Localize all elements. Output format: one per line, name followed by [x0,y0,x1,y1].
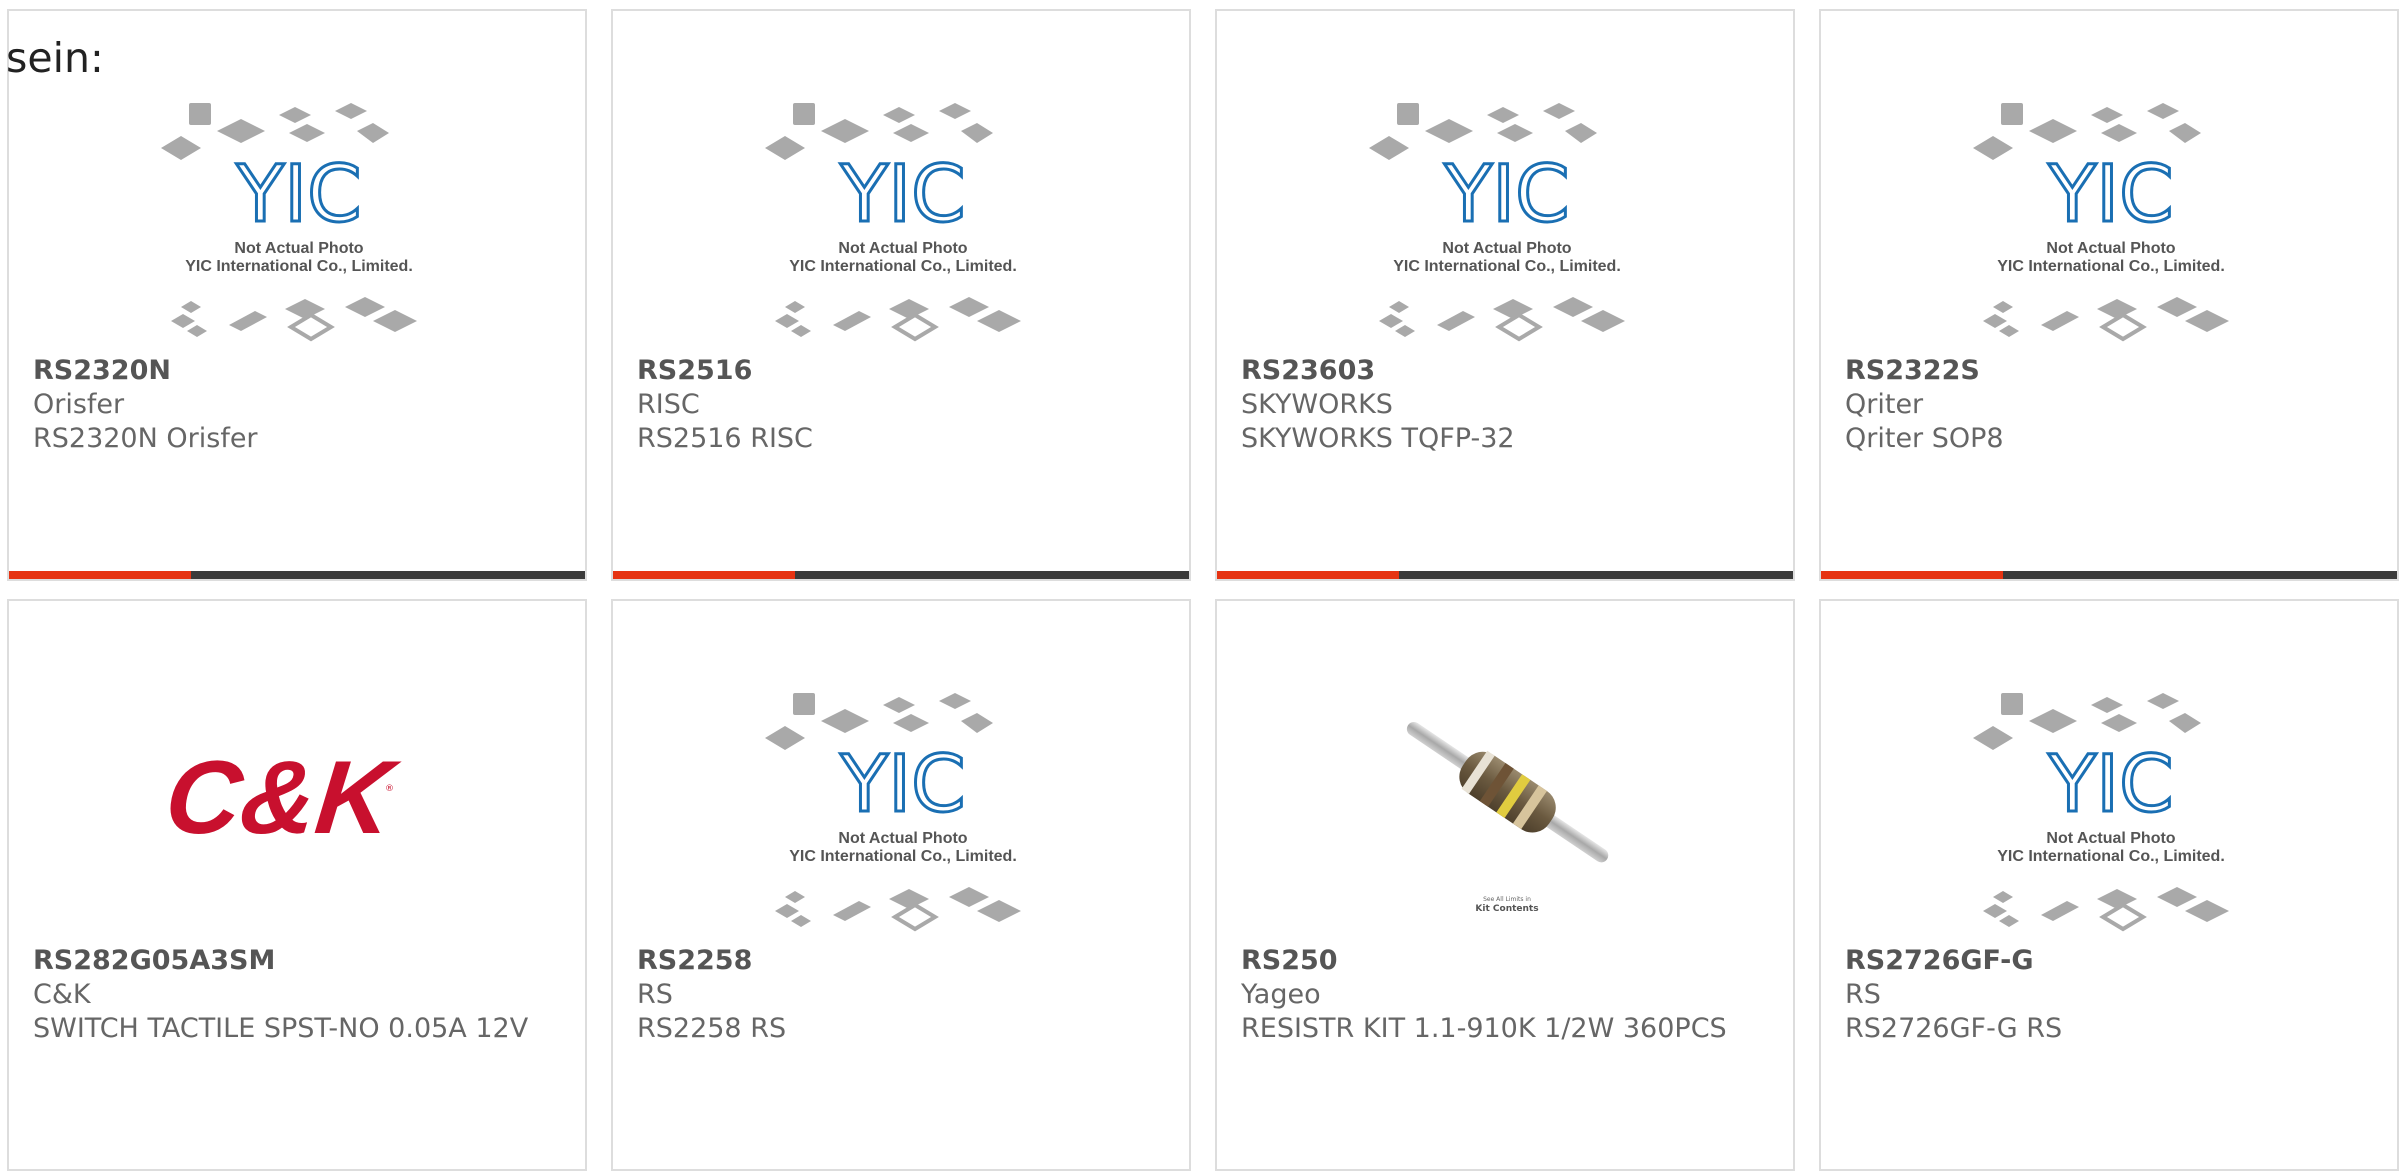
card-accent-bar [1821,571,2003,579]
not-actual-photo-text: Not Actual Photo [234,240,363,257]
yic-logo-text: YIC [2047,740,2173,830]
product-card[interactable]: See All Limits in Kit Contents RS250 Yag… [1215,599,1795,1171]
company-text: YIC International Co., Limited. [789,258,1017,275]
card-bottom-bar [1821,571,2397,579]
product-info: RS2516 RISC RS2516 RISC [637,354,1169,456]
product-card[interactable]: C&K ® RS282G05A3SM C&K SWITCH TACTILE SP… [7,599,587,1171]
product-image-placeholder[interactable]: YIC Not Actual Photo YIC International C… [1971,683,2251,943]
product-card[interactable]: YIC Not Actual Photo YIC International C… [1215,9,1795,581]
product-info: RS2322S Qriter Qriter SOP8 [1845,354,2377,456]
description: SKYWORKS TQFP-32 [1241,423,1515,454]
manufacturer: SKYWORKS [1241,389,1393,420]
svg-text:®: ® [385,784,394,794]
product-info: RS2726GF-G RS RS2726GF-G RS [1845,944,2377,1046]
yic-logo-text: YIC [235,150,361,240]
description: RS2258 RS [637,1013,787,1044]
description: RS2516 RISC [637,423,813,454]
card-accent-bar [1217,571,1399,579]
ck-logo-text: C&K [160,740,404,856]
yic-logo-text: YIC [2047,150,2173,240]
yic-logo-text: YIC [839,150,965,240]
card-bottom-bar [613,571,1189,579]
description: RS2726GF-G RS [1845,1013,2063,1044]
manufacturer: Orisfer [33,389,125,420]
product-card[interactable]: YIC Not Actual Photo YIC International C… [611,599,1191,1171]
product-info: RS23603 SKYWORKS SKYWORKS TQFP-32 [1241,354,1773,456]
card-bottom-bar [9,571,585,579]
part-number[interactable]: RS250 [1241,944,1773,978]
product-image-placeholder[interactable]: YIC Not Actual Photo YIC International C… [1367,93,1647,353]
resistor-photo[interactable]: See All Limits in Kit Contents [1367,683,1647,943]
not-actual-photo-text: Not Actual Photo [1442,240,1571,257]
product-image-placeholder[interactable]: YIC Not Actual Photo YIC International C… [763,683,1043,943]
not-actual-photo-text: Not Actual Photo [2046,830,2175,847]
not-actual-photo-text: Not Actual Photo [838,240,967,257]
part-number[interactable]: RS23603 [1241,354,1773,388]
description: RESISTR KIT 1.1-910K 1/2W 360PCS [1241,1013,1727,1044]
yic-logo-text: YIC [1443,150,1569,240]
product-image-placeholder[interactable]: YIC Not Actual Photo YIC International C… [763,93,1043,353]
part-number[interactable]: RS282G05A3SM [33,944,565,978]
product-image-placeholder[interactable]: YIC Not Actual Photo YIC International C… [159,93,439,353]
part-number[interactable]: RS2516 [637,354,1169,388]
description: SWITCH TACTILE SPST-NO 0.05A 12V [33,1013,529,1044]
manufacturer: C&K [33,979,91,1010]
product-card[interactable]: YIC Not Actual Photo YIC International C… [611,9,1191,581]
part-number[interactable]: RS2322S [1845,354,2377,388]
manufacturer: Yageo [1241,979,1321,1010]
card-accent-bar [613,571,795,579]
card-accent-bar [9,571,191,579]
kit-label-line1: See All Limits in [1483,896,1531,903]
card-bottom-bar [1217,571,1793,579]
product-info: RS2258 RS RS2258 RS [637,944,1169,1046]
product-grid: YIC Not Actual Photo YIC International C… [7,9,2399,1171]
product-card[interactable]: YIC Not Actual Photo YIC International C… [1819,9,2399,581]
lead-text: sein: [6,34,104,82]
description: Qriter SOP8 [1845,423,2004,454]
manufacturer: RS [1845,979,1881,1010]
description: RS2320N Orisfer [33,423,258,454]
product-card[interactable]: YIC Not Actual Photo YIC International C… [1819,599,2399,1171]
yic-logo-text: YIC [839,740,965,830]
product-info: RS250 Yageo RESISTR KIT 1.1-910K 1/2W 36… [1241,944,1773,1046]
kit-label-line2: Kit Contents [1475,904,1538,914]
manufacturer: Qriter [1845,389,1924,420]
product-image-placeholder[interactable]: YIC Not Actual Photo YIC International C… [1971,93,2251,353]
company-text: YIC International Co., Limited. [1393,258,1621,275]
company-text: YIC International Co., Limited. [1997,848,2225,865]
manufacturer: RISC [637,389,700,420]
product-info: RS2320N Orisfer RS2320N Orisfer [33,354,565,456]
not-actual-photo-text: Not Actual Photo [838,830,967,847]
part-number[interactable]: RS2320N [33,354,565,388]
company-text: YIC International Co., Limited. [789,848,1017,865]
manufacturer: RS [637,979,673,1010]
company-text: YIC International Co., Limited. [185,258,413,275]
product-card[interactable]: YIC Not Actual Photo YIC International C… [7,9,587,581]
part-number[interactable]: RS2726GF-G [1845,944,2377,978]
not-actual-photo-text: Not Actual Photo [2046,240,2175,257]
part-number[interactable]: RS2258 [637,944,1169,978]
company-text: YIC International Co., Limited. [1997,258,2225,275]
product-info: RS282G05A3SM C&K SWITCH TACTILE SPST-NO … [33,944,565,1046]
ck-logo-image[interactable]: C&K ® [159,683,439,943]
